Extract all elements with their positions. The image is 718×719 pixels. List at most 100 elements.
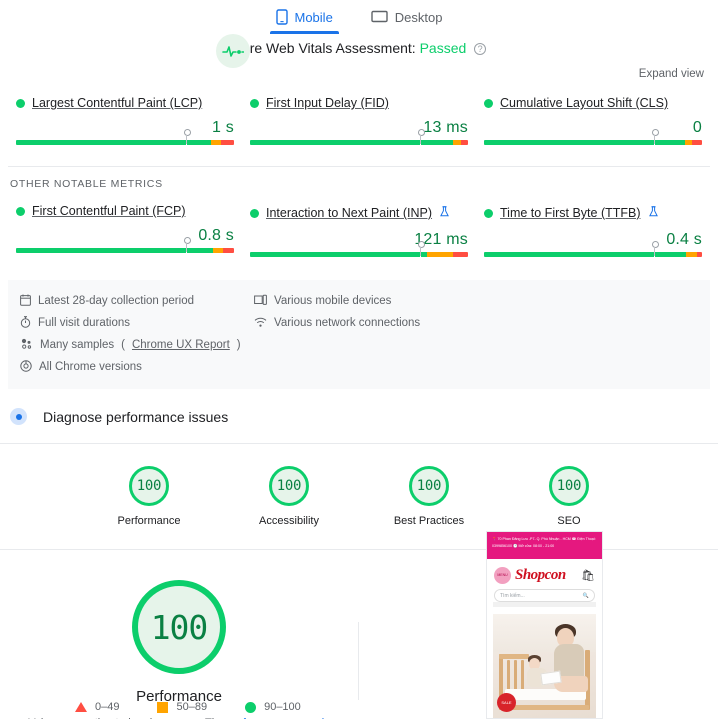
legend-range: 0–49 <box>95 701 119 713</box>
search-icon: 🔍 <box>583 593 589 599</box>
core-web-vitals-metrics: Largest Contentful Paint (LCP)1 sFirst I… <box>0 82 718 152</box>
vertical-divider <box>358 622 359 700</box>
score-item[interactable]: 100 Performance <box>104 466 194 527</box>
bar-segment <box>686 252 697 257</box>
metric-distribution-bar <box>250 252 468 264</box>
legend-range: 90–100 <box>264 701 301 713</box>
device-tabs: Mobile Desktop <box>0 0 718 34</box>
metric-status-dot <box>484 209 493 218</box>
score-ring: 100 <box>549 466 589 506</box>
tab-desktop-label: Desktop <box>395 10 443 25</box>
bar-segment <box>692 140 702 145</box>
metric-marker <box>186 241 187 253</box>
score-ring: 100 <box>409 466 449 506</box>
bar-segment <box>250 140 453 145</box>
meta-text: Full visit durations <box>38 317 130 329</box>
bar-segment <box>484 252 686 257</box>
metric-marker <box>420 245 421 257</box>
score-label: Accessibility <box>244 515 334 527</box>
meta-text: Various network connections <box>274 317 420 329</box>
thumb-search-placeholder: Tìm kiếm... <box>500 593 525 599</box>
score-legend: 0–49 50–89 90–100 <box>75 701 301 713</box>
bar-segment <box>697 252 702 257</box>
score-item[interactable]: 100Accessibility <box>244 466 334 527</box>
devices-icon <box>254 294 267 309</box>
metric-card: Time to First Byte (TTFB) 0.4 s <box>476 204 710 264</box>
meta-item: Full visit durations <box>20 312 254 334</box>
meta-item: Various network connections <box>254 312 488 334</box>
metric-name[interactable]: Largest Contentful Paint (LCP) <box>32 96 202 110</box>
score-item[interactable]: 100 SEO <box>524 466 614 527</box>
metric-marker <box>654 245 655 257</box>
expand-view-row: Expand view <box>0 64 718 82</box>
metric-marker <box>420 133 421 145</box>
score-label: Best Practices <box>384 515 474 527</box>
metric-name[interactable]: First Input Delay (FID) <box>266 96 389 110</box>
meta-column-1: Latest 28-day collection period Full vis… <box>20 290 254 334</box>
chrome-ux-report-link[interactable]: Chrome UX Report <box>132 339 230 351</box>
metric-value: 13 ms <box>250 119 468 137</box>
meta-item: Various mobile devices <box>254 290 488 312</box>
metric-card: First Contentful Paint (FCP) 0.8 s <box>8 204 242 264</box>
metric-value: 0.4 s <box>484 231 702 249</box>
legend-item: 0–49 <box>75 701 119 713</box>
legend-circle-icon <box>245 702 256 713</box>
meta-item: Latest 28-day collection period <box>20 290 254 312</box>
metric-value: 121 ms <box>250 231 468 249</box>
thumb-divider <box>493 602 596 607</box>
tab-desktop[interactable]: Desktop <box>369 6 445 34</box>
page-screenshot-thumbnail[interactable]: 📍 70 Phan Đăng Lưu -P7- Q. Phú Nhuận - H… <box>486 531 603 719</box>
legend-item: 50–89 <box>157 701 207 713</box>
performance-note: Values are estimated and may vary. The p… <box>24 715 334 719</box>
help-icon[interactable]: ? <box>474 43 486 55</box>
bar-segment <box>453 140 462 145</box>
score-ring: 100 <box>129 466 169 506</box>
tab-mobile[interactable]: Mobile <box>274 5 335 34</box>
expand-view-link[interactable]: Expand view <box>639 68 704 80</box>
score-item[interactable]: 100 Best Practices <box>384 466 474 527</box>
legend-range: 50–89 <box>176 701 207 713</box>
metric-header: Cumulative Layout Shift (CLS) <box>484 96 702 110</box>
thumb-sale-badge: SALE <box>497 693 516 712</box>
meta-item: Many samples (Chrome UX Report) <box>20 334 254 356</box>
metric-value: 0 <box>484 119 702 137</box>
bar-segment <box>213 248 223 253</box>
bar-segment <box>461 140 468 145</box>
calendar-icon <box>20 294 31 309</box>
metric-distribution-bar <box>484 140 702 152</box>
thumb-search-box[interactable]: Tìm kiếm... 🔍 <box>494 589 595 602</box>
meta-text: Various mobile devices <box>274 295 391 307</box>
diagnose-performance-issues[interactable]: Diagnose performance issues <box>0 389 718 443</box>
bar-segment <box>685 140 693 145</box>
pulse-icon <box>216 34 250 68</box>
diagnose-label: Diagnose performance issues <box>43 409 228 425</box>
metric-name[interactable]: Cumulative Layout Shift (CLS) <box>500 96 668 110</box>
thumb-topbar: 📍 70 Phan Đăng Lưu -P7- Q. Phú Nhuận - H… <box>487 532 602 559</box>
bar-segment <box>453 252 468 257</box>
metric-header: First Contentful Paint (FCP) <box>16 204 234 218</box>
mobile-screenshot: 📍 70 Phan Đăng Lưu -P7- Q. Phú Nhuận - H… <box>486 531 603 719</box>
thumb-menu-button[interactable]: MENU <box>494 567 511 584</box>
meta-paren-open: ( <box>121 339 125 351</box>
metric-header: First Input Delay (FID) <box>250 96 468 110</box>
metric-marker <box>654 133 655 145</box>
other-notable-metrics: First Contentful Paint (FCP) 0.8 s Interac… <box>0 190 718 264</box>
shopping-bag-icon[interactable]: 🛍 <box>581 569 595 582</box>
wifi-icon <box>254 316 267 331</box>
score-label: Performance <box>104 515 194 527</box>
metric-distribution-bar <box>16 140 234 152</box>
metric-header: Largest Contentful Paint (LCP) <box>16 96 234 110</box>
metric-status-dot <box>250 209 259 218</box>
flask-icon <box>440 204 449 222</box>
metric-name[interactable]: Time to First Byte (TTFB) <box>500 206 641 220</box>
metric-status-dot <box>16 207 25 216</box>
bar-segment <box>250 252 427 257</box>
metric-name[interactable]: Interaction to Next Paint (INP) <box>266 206 432 220</box>
metric-name[interactable]: First Contentful Paint (FCP) <box>32 204 186 218</box>
bar-segment <box>211 140 221 145</box>
metric-value: 0.8 s <box>16 227 234 245</box>
score-label: SEO <box>524 515 614 527</box>
metric-card: Cumulative Layout Shift (CLS) 0 <box>476 96 710 152</box>
thumb-hero-photo: SALE <box>493 614 596 718</box>
meta-text: Latest 28-day collection period <box>38 295 194 307</box>
